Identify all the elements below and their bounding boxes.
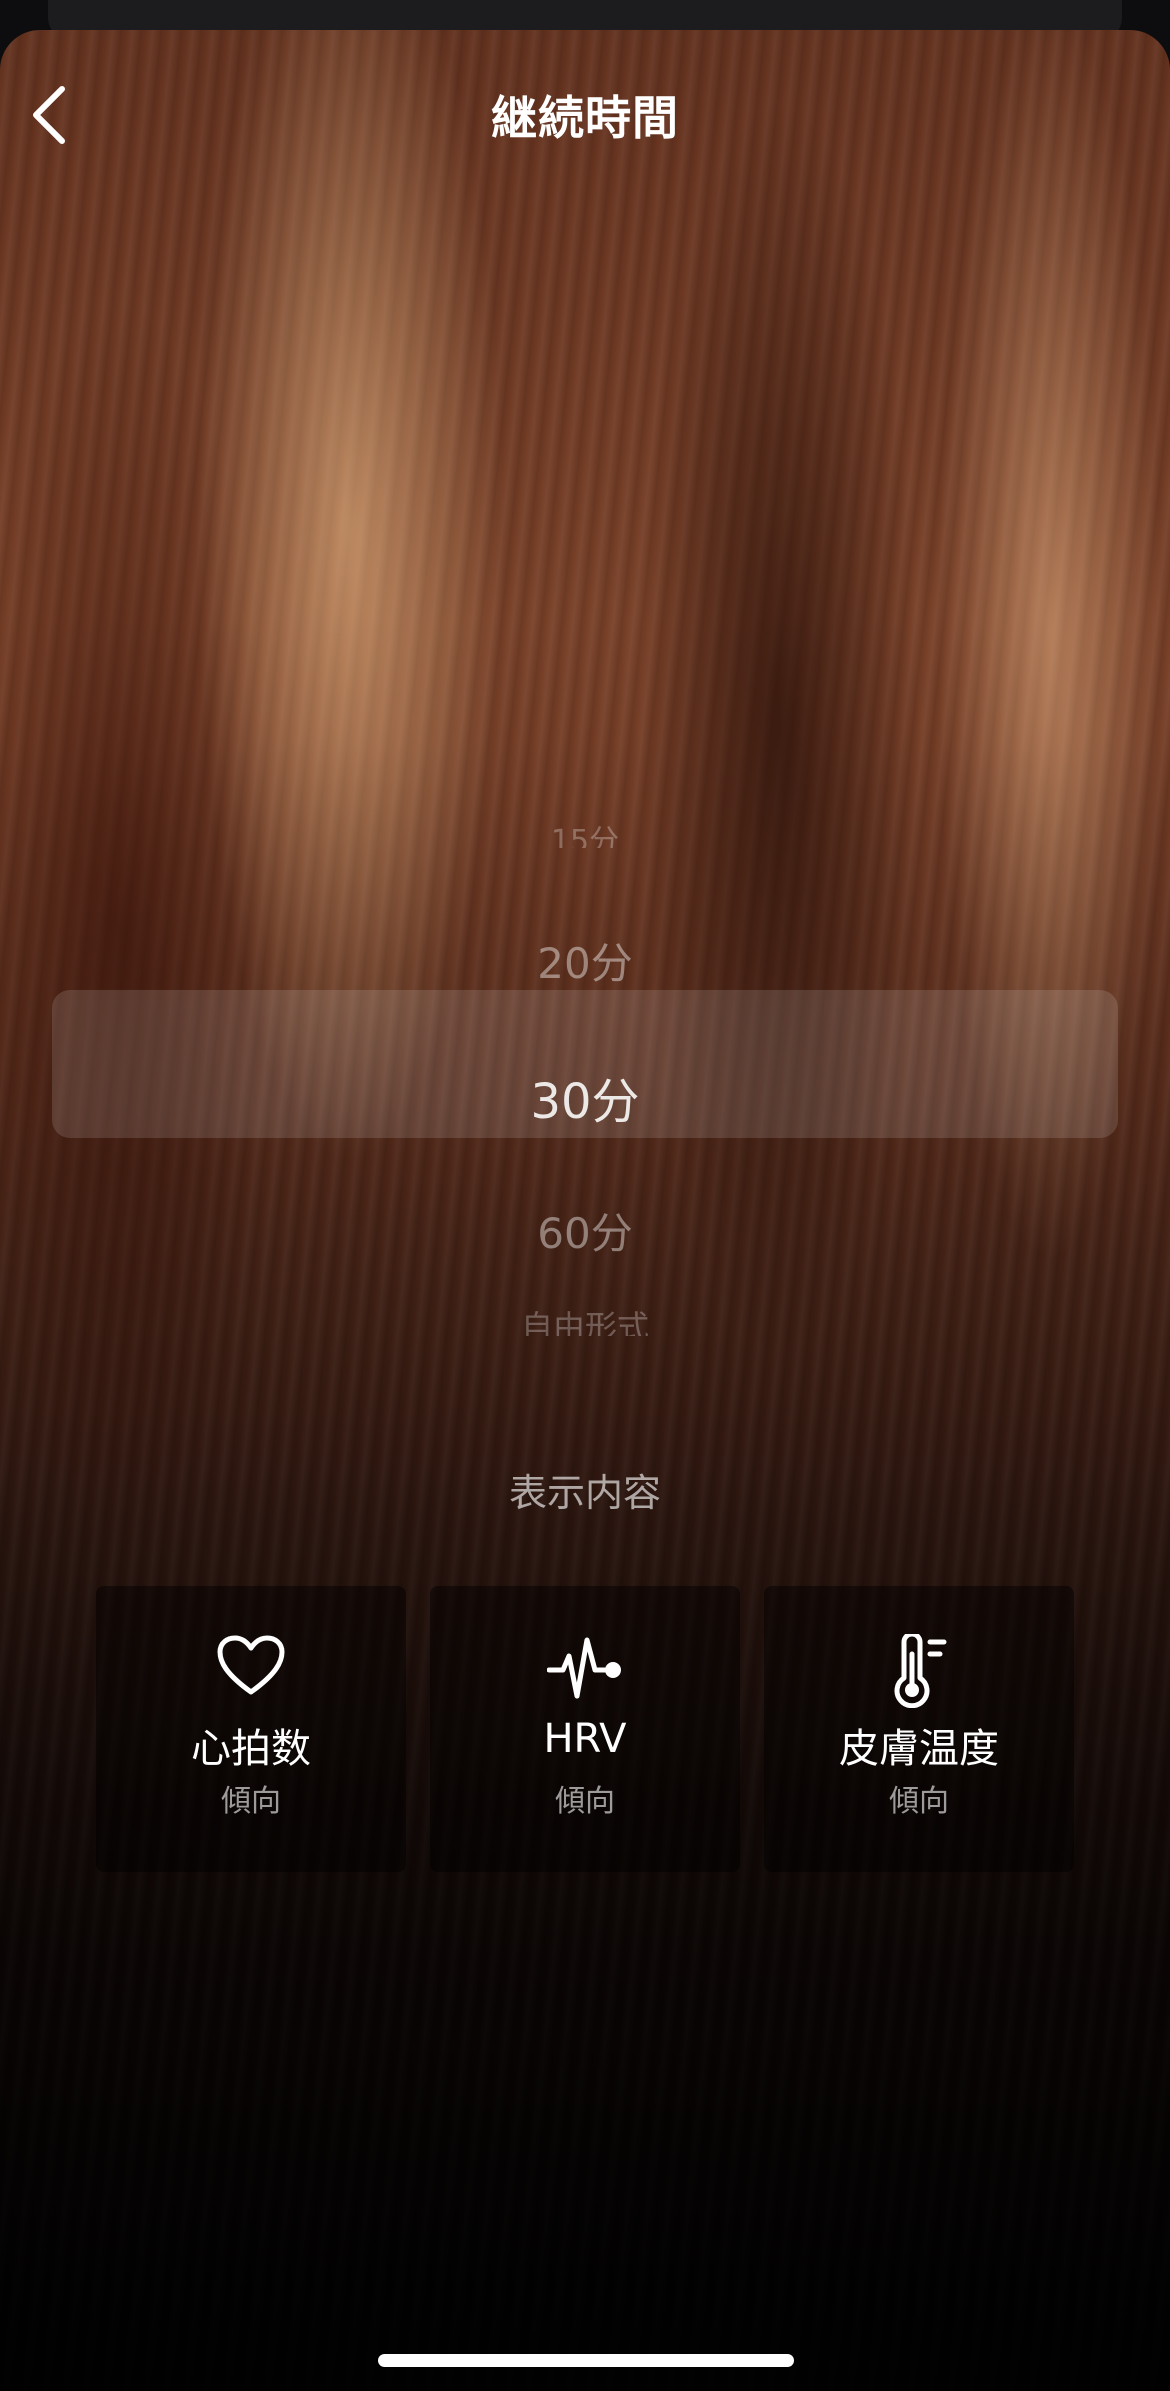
picker-option-60[interactable]: 60分 [0, 1200, 1170, 1261]
picker-option-15[interactable]: 15分 [0, 820, 1170, 848]
picker-option-30-selected[interactable]: 30分 [0, 1062, 1170, 1132]
card-name: 皮膚温度 [839, 1726, 999, 1772]
home-indicator[interactable] [378, 2354, 794, 2367]
card-name: HRV [543, 1716, 627, 1762]
heartbeat-icon [547, 1637, 621, 1699]
thermometer-icon [894, 1634, 947, 1708]
picker-option-20[interactable]: 20分 [0, 930, 1170, 991]
display-content-label: 表示内容 [508, 1471, 661, 1515]
picker-option-free[interactable]: 自由形式 [0, 1306, 1170, 1336]
skin-temperature-card[interactable]: 皮膚温度 傾向 [764, 1586, 1074, 1872]
heart-rate-card[interactable]: 心拍数 傾向 [96, 1586, 406, 1872]
card-subtitle: 傾向 [555, 1784, 615, 1819]
hrv-card[interactable]: HRV 傾向 [430, 1586, 740, 1872]
page-title: 継続時間 [491, 91, 679, 145]
card-name: 心拍数 [191, 1726, 311, 1772]
card-subtitle: 傾向 [889, 1784, 949, 1819]
duration-sheet: 継続時間 15分 20分 30分 60分 自由形式 表示内容 心拍数 傾向 HR… [0, 30, 1170, 2391]
card-subtitle: 傾向 [221, 1784, 281, 1819]
heart-icon [217, 1635, 285, 1695]
